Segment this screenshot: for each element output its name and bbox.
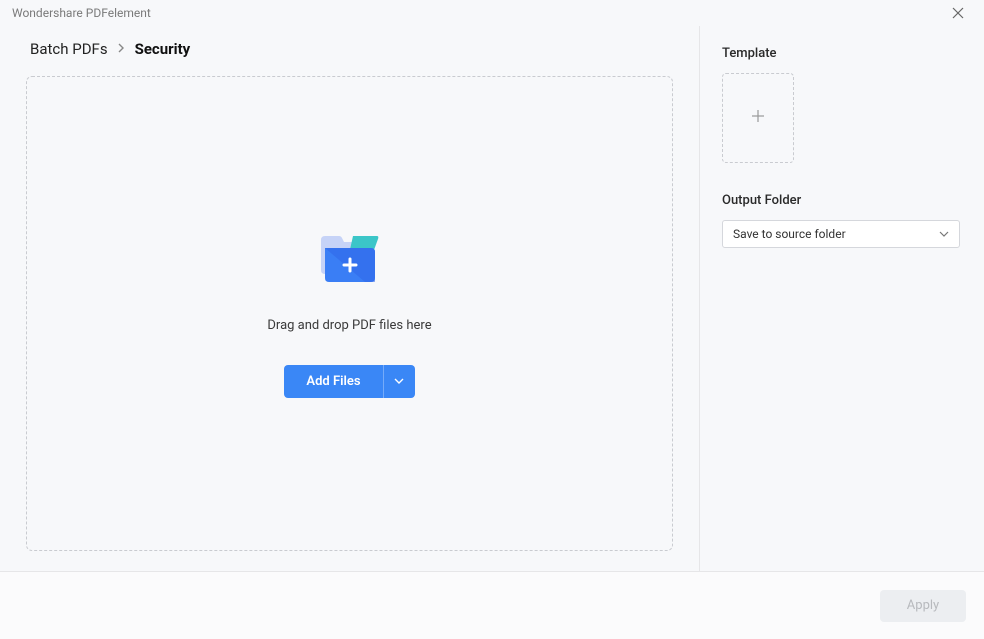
window-title: Wondershare PDFelement [12,6,151,20]
chevron-down-icon [394,378,404,384]
footer-bar: Apply [0,571,984,639]
add-files-dropdown-button[interactable] [383,365,415,398]
template-section-label: Template [722,46,960,61]
add-template-button[interactable] [722,73,794,163]
output-folder-label: Output Folder [722,193,960,208]
apply-button[interactable]: Apply [880,590,966,622]
folder-add-icon [317,230,383,286]
chevron-right-icon [118,42,125,56]
breadcrumb-current: Security [135,40,191,58]
title-bar: Wondershare PDFelement [0,0,984,26]
breadcrumb-parent[interactable]: Batch PDFs [30,40,108,58]
file-drop-zone[interactable]: Drag and drop PDF files here Add Files [26,76,673,551]
plus-icon [751,109,765,127]
close-button[interactable] [944,0,972,26]
chevron-down-icon [939,231,949,237]
close-icon [952,7,964,19]
output-folder-select[interactable]: Save to source folder [722,220,960,248]
output-folder-value: Save to source folder [733,227,846,241]
breadcrumb: Batch PDFs Security [30,40,673,58]
drop-zone-text: Drag and drop PDF files here [267,318,431,333]
add-files-button[interactable]: Add Files [284,365,382,398]
